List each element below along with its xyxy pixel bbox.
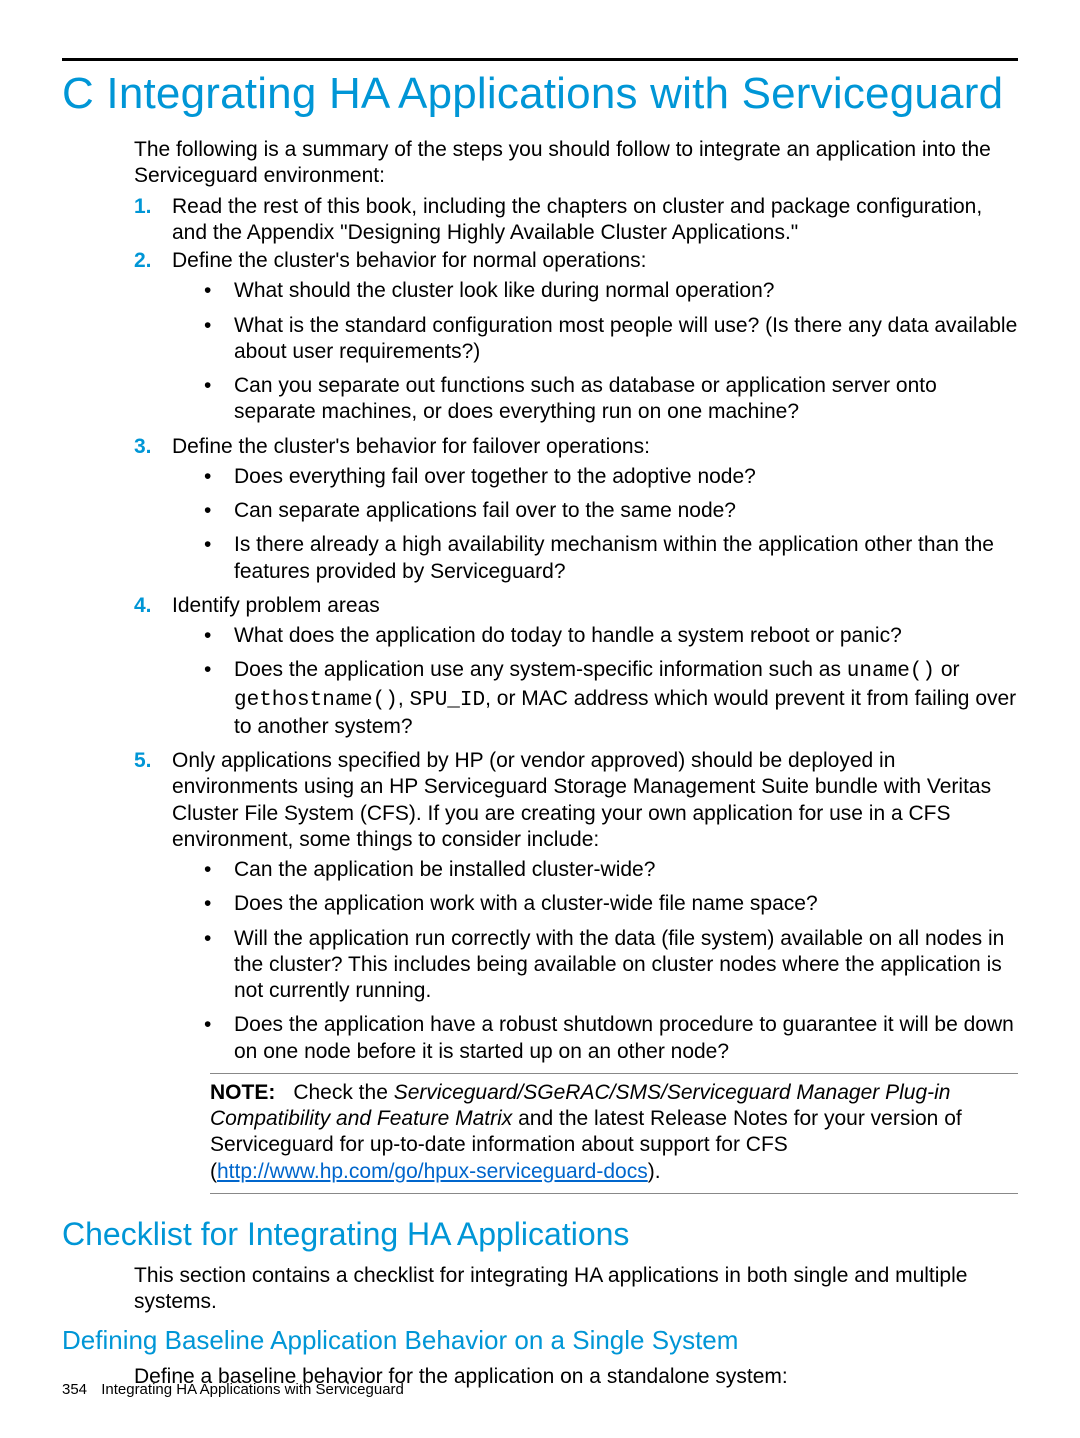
page-title: C Integrating HA Applications with Servi… <box>62 69 1018 119</box>
step-text: Define the cluster's behavior for failov… <box>172 435 650 458</box>
code: gethostname() <box>234 689 398 712</box>
list-item: Will the application run correctly with … <box>172 926 1018 1005</box>
step-3: 3. Define the cluster's behavior for fai… <box>134 434 1018 585</box>
section-paragraph: This section contains a checklist for in… <box>134 1263 1018 1316</box>
step-number: 3. <box>134 434 164 460</box>
step-text: Only applications specified by HP (or ve… <box>172 749 991 851</box>
list-item: Can the application be installed cluster… <box>172 857 1018 883</box>
step-text: Read the rest of this book, including th… <box>172 195 982 244</box>
text: or <box>935 658 960 681</box>
list-item: Can separate applications fail over to t… <box>172 498 1018 524</box>
step-number: 5. <box>134 748 164 774</box>
step-text: Define the cluster's behavior for normal… <box>172 249 646 272</box>
page: C Integrating HA Applications with Servi… <box>0 0 1080 1438</box>
subsection-heading: Defining Baseline Application Behavior o… <box>62 1325 1018 1356</box>
step-number: 2. <box>134 248 164 274</box>
list-item: Is there already a high availability mec… <box>172 532 1018 585</box>
step-5: 5. Only applications specified by HP (or… <box>134 748 1018 1194</box>
list-item: Does the application use any system-spec… <box>172 657 1018 740</box>
code: uname() <box>847 660 935 683</box>
page-footer: 354 Integrating HA Applications with Ser… <box>62 1381 404 1398</box>
step-text: Identify problem areas <box>172 594 380 617</box>
step-4: 4. Identify problem areas What does the … <box>134 593 1018 740</box>
step-number: 4. <box>134 593 164 619</box>
note-text: Check the <box>293 1081 393 1104</box>
text: Does the application use any system-spec… <box>234 658 847 681</box>
bullet-list: What does the application do today to ha… <box>172 623 1018 740</box>
bullet-list: What should the cluster look like during… <box>172 278 1018 425</box>
footer-title: Integrating HA Applications with Service… <box>101 1381 404 1398</box>
list-item: What is the standard configuration most … <box>172 313 1018 366</box>
list-item: Does the application work with a cluster… <box>172 891 1018 917</box>
top-rule <box>62 58 1018 61</box>
page-number: 354 <box>62 1381 87 1398</box>
list-item: What should the cluster look like during… <box>172 278 1018 304</box>
bullet-list: Can the application be installed cluster… <box>172 857 1018 1065</box>
list-item: Does everything fail over together to th… <box>172 464 1018 490</box>
note-label: NOTE: <box>210 1081 275 1104</box>
step-2: 2. Define the cluster's behavior for nor… <box>134 248 1018 426</box>
list-item: What does the application do today to ha… <box>172 623 1018 649</box>
text: , <box>398 687 410 710</box>
intro-paragraph: The following is a summary of the steps … <box>134 137 1018 190</box>
bullet-list: Does everything fail over together to th… <box>172 464 1018 585</box>
body: The following is a summary of the steps … <box>134 137 1018 1194</box>
list-item: Can you separate out functions such as d… <box>172 373 1018 426</box>
step-1: 1. Read the rest of this book, including… <box>134 194 1018 247</box>
step-number: 1. <box>134 194 164 220</box>
section-heading: Checklist for Integrating HA Application… <box>62 1216 1018 1253</box>
code: SPU_ID <box>410 689 486 712</box>
section-body: This section contains a checklist for in… <box>134 1263 1018 1316</box>
note-link[interactable]: http://www.hp.com/go/hpux-serviceguard-d… <box>217 1160 648 1183</box>
steps-list: 1. Read the rest of this book, including… <box>134 194 1018 1194</box>
list-item: Does the application have a robust shutd… <box>172 1012 1018 1065</box>
note-text: ). <box>648 1160 661 1183</box>
note-box: NOTE:Check the Serviceguard/SGeRAC/SMS/S… <box>210 1073 1018 1194</box>
